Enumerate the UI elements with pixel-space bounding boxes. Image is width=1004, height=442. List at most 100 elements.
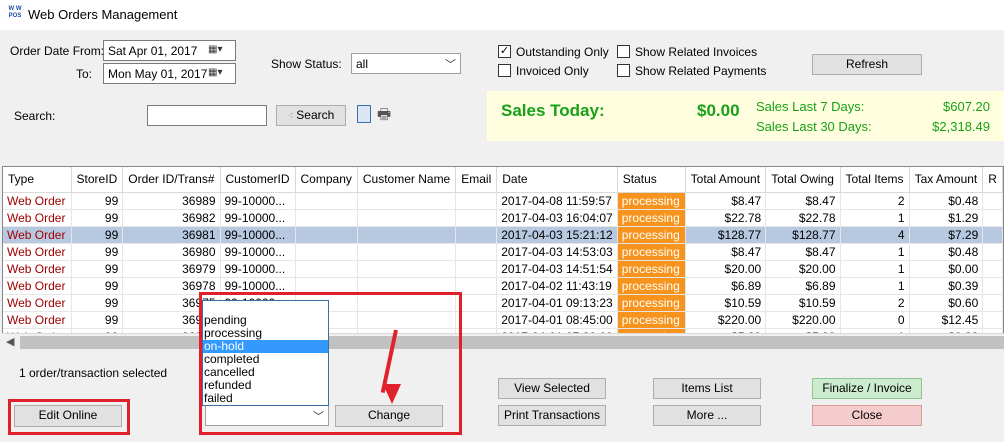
table-cell: Web Order — [3, 209, 72, 227]
printer-icon[interactable]: 🖶 — [377, 106, 397, 123]
table-cell: $0.48 — [909, 243, 984, 261]
scroll-thumb[interactable] — [20, 336, 1004, 349]
column-header[interactable]: Company — [295, 167, 358, 193]
table-cell: 36989 — [122, 192, 221, 210]
status-filter-select[interactable]: all ﹀ — [351, 53, 461, 74]
table-cell: 2017-04-08 11:59:57 — [496, 192, 618, 210]
table-cell: Web Order — [3, 260, 72, 278]
sales-last-7-value: $607.20 — [943, 99, 990, 114]
table-row[interactable]: Web Order 99 36979 99-10000... 2017-04-03 14… — [3, 260, 1003, 278]
table-cell: 1 — [840, 260, 910, 278]
column-header[interactable]: StoreID — [71, 167, 124, 193]
show-related-payments-checkbox[interactable] — [617, 64, 630, 77]
annotation-box-status-change — [199, 292, 462, 435]
items-list-button[interactable]: Items List — [653, 378, 761, 399]
column-header[interactable]: Total Amount — [685, 167, 767, 193]
table-cell — [982, 260, 1003, 278]
table-cell: processing — [617, 294, 686, 312]
table-cell: $6.89 — [765, 277, 841, 295]
invoiced-only-checkbox[interactable] — [498, 64, 511, 77]
table-cell: 1 — [840, 209, 910, 227]
column-header[interactable]: Email — [455, 167, 498, 193]
table-row[interactable]: Web Order 99 36981 99-10000... 2017-04-03 15… — [3, 226, 1003, 244]
table-cell: 2 — [840, 192, 910, 210]
search-button[interactable]: ⁖ Search — [276, 105, 346, 126]
table-row[interactable]: Web Order993697599-10000...2017-04-01 09… — [3, 294, 1003, 312]
more-button[interactable]: More ... — [653, 405, 761, 426]
print-transactions-button[interactable]: Print Transactions — [498, 405, 606, 426]
search-button-label: Search — [296, 108, 335, 122]
scroll-left-icon[interactable]: ◀ — [6, 335, 14, 348]
table-cell: Web Order — [3, 277, 72, 295]
chevron-down-icon: ﹀ — [445, 59, 456, 71]
table-cell — [982, 209, 1003, 227]
table-cell: processing — [617, 260, 686, 278]
table-row[interactable]: Web Order 99 36980 99-10000... 2017-04-03 14… — [3, 243, 1003, 261]
table-cell: 2017-04-03 14:53:03 — [496, 243, 618, 261]
document-list-icon[interactable] — [357, 105, 371, 123]
table-cell: $0.00 — [909, 260, 984, 278]
table-cell — [295, 243, 358, 261]
invoiced-only-label: Invoiced Only — [516, 64, 589, 78]
table-cell — [357, 260, 457, 278]
table-cell — [455, 226, 498, 244]
outstanding-only-checkbox[interactable]: ✓ — [498, 45, 511, 58]
table-cell: 36982 — [122, 209, 221, 227]
table-cell: $10.59 — [685, 294, 767, 312]
orders-table[interactable]: Type StoreID Order ID/Trans# CustomerID Comp… — [2, 166, 1004, 350]
sales-last-30-label: Sales Last 30 Days: — [756, 119, 872, 134]
column-header[interactable]: Total Owing — [765, 167, 841, 193]
table-row[interactable]: Web Order993697499-10000...2017-04-01 08… — [3, 311, 1003, 329]
date-to-picker[interactable]: Mon May 01, 2017 ▦▾ — [103, 63, 236, 84]
column-header[interactable]: Tax Amount — [909, 167, 984, 193]
table-row[interactable]: Web Order 99 36978 99-10000... 2017-04-02 11… — [3, 277, 1003, 295]
table-cell: 36981 — [122, 226, 221, 244]
view-selected-button[interactable]: View Selected — [498, 378, 606, 399]
column-header[interactable]: Customer Name — [357, 167, 457, 193]
column-header[interactable]: R — [982, 167, 1003, 193]
table-cell: $220.00 — [685, 311, 767, 329]
table-cell: 2017-04-03 16:04:07 — [496, 209, 618, 227]
table-cell — [357, 192, 457, 210]
table-cell: 99-10000... — [220, 260, 296, 278]
table-cell — [982, 294, 1003, 312]
close-button[interactable]: Close — [812, 405, 922, 426]
table-cell: 0 — [840, 311, 910, 329]
table-row[interactable]: Web Order 99 36989 99-10000... 2017-04-08 11… — [3, 192, 1003, 210]
sales-last-30-value: $2,318.49 — [932, 119, 990, 134]
calendar-dropdown-icon[interactable]: ▦▾ — [208, 44, 232, 58]
column-header[interactable]: Status — [617, 167, 686, 193]
column-header[interactable]: Type — [3, 167, 72, 193]
finalize-invoice-button[interactable]: Finalize / Invoice — [812, 378, 922, 399]
date-to-value: Mon May 01, 2017 — [108, 67, 208, 81]
table-cell: $8.47 — [765, 243, 841, 261]
show-related-invoices-checkbox[interactable] — [617, 45, 630, 58]
table-cell: $6.89 — [685, 277, 767, 295]
column-header[interactable]: Date — [496, 167, 618, 193]
table-cell: Web Order — [3, 311, 72, 329]
table-cell: processing — [617, 277, 686, 295]
column-header[interactable]: Total Items — [840, 167, 910, 193]
status-filter-value: all — [356, 57, 369, 71]
horizontal-scrollbar[interactable]: ◀ — [2, 333, 1004, 350]
app-logo-icon: W W POS — [8, 6, 22, 19]
window-title: Web Orders Management — [28, 7, 178, 22]
table-cell: $22.78 — [685, 209, 767, 227]
search-input[interactable] — [147, 105, 267, 126]
table-cell: $20.00 — [765, 260, 841, 278]
table-cell: $22.78 — [765, 209, 841, 227]
table-cell: processing — [617, 311, 686, 329]
table-cell — [295, 209, 358, 227]
column-header[interactable]: CustomerID — [220, 167, 296, 193]
date-from-picker[interactable]: Sat Apr 01, 2017 ▦▾ — [103, 40, 236, 61]
table-cell: 36979 — [122, 260, 221, 278]
table-cell: $1.29 — [909, 209, 984, 227]
refresh-button[interactable]: Refresh — [812, 54, 922, 75]
table-cell: processing — [617, 192, 686, 210]
table-cell: 4 — [840, 226, 910, 244]
calendar-dropdown-icon[interactable]: ▦▾ — [208, 67, 232, 81]
table-row[interactable]: Web Order 99 36982 99-10000... 2017-04-03 16… — [3, 209, 1003, 227]
table-cell: 1 — [840, 277, 910, 295]
column-header[interactable]: Order ID/Trans# — [122, 167, 221, 193]
table-cell: 99-10000... — [220, 243, 296, 261]
